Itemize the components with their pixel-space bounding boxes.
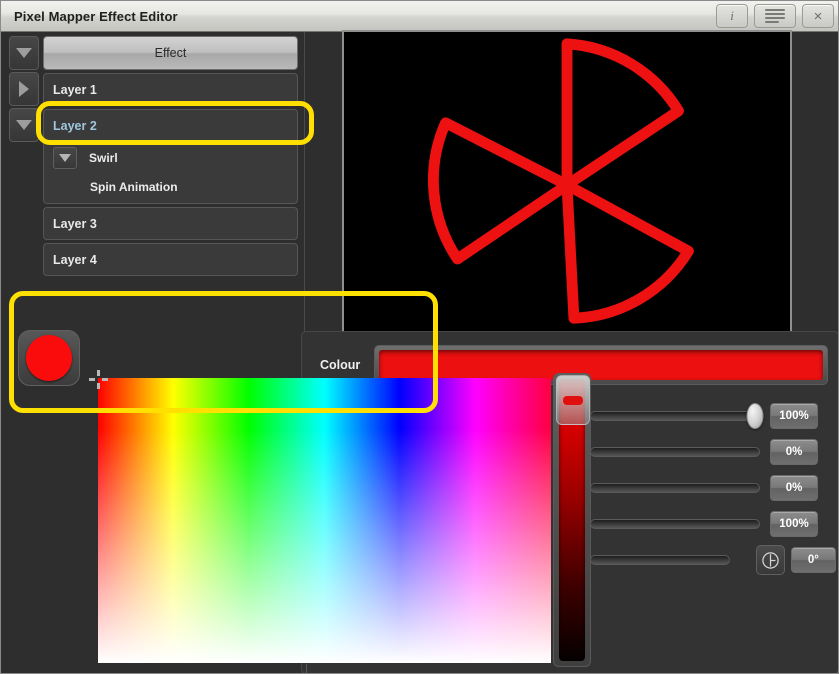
spin-animation-label: Spin Animation (90, 180, 178, 194)
sidebar-item-layer-3[interactable]: Layer 3 (43, 207, 298, 240)
title-bar-buttons: i × (716, 4, 834, 28)
close-icon: × (814, 9, 823, 24)
crosshair-cursor (89, 370, 108, 389)
panel-divider (306, 664, 307, 674)
info-button[interactable]: i (716, 4, 748, 28)
colour-label: Colour (312, 358, 374, 372)
layer-rows: Effect Layer 1 Layer 2 Swirl Spin Animat… (43, 36, 298, 279)
list-item-swirl[interactable]: Swirl (44, 143, 297, 173)
brightness-knob-indicator (563, 396, 583, 405)
rotation-slider[interactable] (590, 542, 750, 578)
effect-header-button[interactable]: Effect (43, 36, 298, 70)
expander-column (9, 36, 39, 144)
window-title: Pixel Mapper Effect Editor (14, 9, 178, 24)
chevron-right-icon (19, 81, 29, 97)
sidebar-item-layer-2[interactable]: Layer 2 (44, 110, 297, 143)
slider-knob[interactable] (747, 403, 764, 429)
intensity-slider[interactable] (590, 398, 760, 434)
close-button[interactable]: × (802, 4, 834, 28)
colour-swatch-button[interactable] (18, 330, 80, 386)
brightness-slider[interactable] (553, 373, 591, 667)
sidebar-item-layer-2-group: Layer 2 Swirl Spin Animation (43, 109, 298, 204)
slider-4-row: 100% (590, 506, 836, 542)
list-item-spin-animation[interactable]: Spin Animation (44, 173, 297, 201)
brightness-knob[interactable] (556, 375, 590, 425)
pinwheel-shape (433, 44, 688, 318)
title-bar: Pixel Mapper Effect Editor i × (1, 1, 839, 32)
clock-button[interactable] (756, 545, 784, 575)
layer2-expander[interactable] (9, 108, 39, 142)
swirl-label: Swirl (89, 151, 118, 165)
slider-2-value[interactable]: 0% (770, 439, 818, 465)
clock-icon (761, 551, 780, 570)
slider-track[interactable] (590, 411, 760, 421)
intensity-value[interactable]: 100% (770, 403, 818, 429)
slider-track[interactable] (590, 555, 730, 565)
info-icon: i (730, 8, 734, 24)
chevron-down-icon (16, 120, 32, 130)
slider-2[interactable] (590, 434, 760, 470)
effect-expander[interactable] (9, 36, 39, 70)
colour-swatch-dot (26, 335, 72, 381)
preview-canvas (344, 32, 790, 333)
sidebar-item-layer-4[interactable]: Layer 4 (43, 243, 298, 276)
menu-button[interactable] (754, 4, 796, 28)
slider-3-value[interactable]: 0% (770, 475, 818, 501)
colour-picker-saturation-value-area[interactable] (98, 378, 551, 663)
sidebar-item-layer-1[interactable]: Layer 1 (43, 73, 298, 106)
slider-4[interactable] (590, 506, 760, 542)
slider-2-row: 0% (590, 434, 836, 470)
layer1-expander[interactable] (9, 72, 39, 106)
pixel-mapper-effect-editor-window: Pixel Mapper Effect Editor i × (0, 0, 839, 674)
slider-track[interactable] (590, 519, 760, 529)
effect-preview (342, 30, 792, 335)
slider-4-value[interactable]: 100% (770, 511, 818, 537)
menu-icon (765, 9, 785, 23)
rotation-slider-row: 0° (590, 542, 836, 578)
rotation-value[interactable]: 0° (791, 547, 836, 573)
intensity-slider-row: 100% (590, 398, 836, 434)
slider-track[interactable] (590, 447, 760, 457)
slider-stack: 100% 0% 0% 100% (590, 398, 836, 578)
chevron-down-icon (59, 154, 71, 162)
colour-bar[interactable] (379, 350, 823, 380)
slider-track[interactable] (590, 483, 760, 493)
slider-3-row: 0% (590, 470, 836, 506)
slider-3[interactable] (590, 470, 760, 506)
swirl-expander[interactable] (53, 147, 77, 169)
chevron-down-icon (16, 48, 32, 58)
